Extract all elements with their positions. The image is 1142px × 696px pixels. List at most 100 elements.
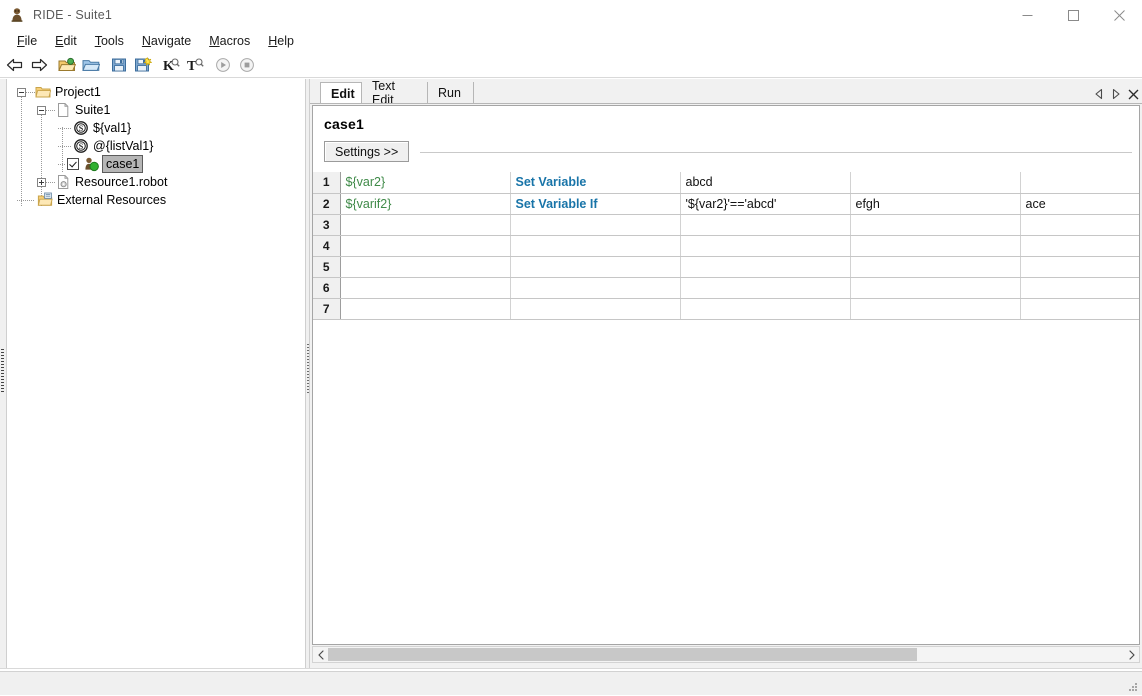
expander-collapse-icon[interactable] xyxy=(37,105,46,115)
cell-assignment[interactable]: ${varif2} xyxy=(340,193,511,215)
menu-file[interactable]: File xyxy=(8,32,46,50)
table-row[interactable]: 7 xyxy=(313,298,1139,320)
expander-collapse-icon[interactable] xyxy=(17,87,26,97)
tree-node-listval1[interactable]: S @{listVal1} xyxy=(7,137,305,155)
cell-arg-2[interactable] xyxy=(850,214,1021,236)
tree-node-val1[interactable]: S ${val1} xyxy=(7,119,305,137)
cell-arg-2[interactable]: efgh xyxy=(850,193,1021,215)
cell-assignment[interactable] xyxy=(340,256,511,278)
stop-icon[interactable] xyxy=(236,54,258,76)
search-keyword-icon[interactable]: K xyxy=(160,54,182,76)
cell-assignment[interactable] xyxy=(340,277,511,299)
cell-arg-3[interactable] xyxy=(1020,277,1139,299)
cell-arg-1[interactable] xyxy=(680,214,851,236)
menu-macros-label: acros xyxy=(219,34,251,48)
cell-keyword[interactable] xyxy=(510,298,681,320)
editor-notebook: Edit Text Edit Run case1 Settings >> 1 $… xyxy=(310,79,1142,669)
cell-assignment[interactable] xyxy=(340,235,511,257)
minimize-icon[interactable] xyxy=(1004,0,1050,30)
settings-divider xyxy=(420,152,1132,153)
table-row[interactable]: 3 xyxy=(313,214,1139,236)
tab-edit[interactable]: Edit xyxy=(320,82,362,104)
cell-arg-3[interactable] xyxy=(1020,172,1139,194)
scrollbar-thumb[interactable] xyxy=(328,648,918,661)
testcase-checkbox[interactable] xyxy=(67,158,79,170)
horizontal-scrollbar[interactable] xyxy=(312,646,1140,663)
tree-node-suite1[interactable]: Suite1 xyxy=(7,101,305,119)
menu-tools[interactable]: Tools xyxy=(86,32,133,50)
table-row[interactable]: 6 xyxy=(313,277,1139,299)
row-number: 1 xyxy=(313,172,341,194)
cell-keyword[interactable] xyxy=(510,277,681,299)
close-tab-icon[interactable] xyxy=(1128,89,1139,100)
scroll-right-icon[interactable] xyxy=(1124,647,1139,662)
cell-arg-2[interactable] xyxy=(850,298,1021,320)
cell-assignment[interactable] xyxy=(340,214,511,236)
tree-connector xyxy=(58,163,65,165)
left-sash-handle[interactable] xyxy=(0,79,7,669)
menu-help[interactable]: Help xyxy=(259,32,303,50)
cell-arg-1[interactable] xyxy=(680,298,851,320)
cell-arg-1[interactable] xyxy=(680,277,851,299)
window-title: RIDE - Suite1 xyxy=(33,8,113,22)
menu-macros[interactable]: Macros xyxy=(200,32,259,50)
cell-assignment[interactable]: ${var2} xyxy=(340,172,511,194)
save-all-icon[interactable] xyxy=(132,54,154,76)
title-bar-left: RIDE - Suite1 xyxy=(9,0,112,30)
tree-node-project1[interactable]: Project1 xyxy=(7,83,305,101)
cell-arg-2[interactable] xyxy=(850,277,1021,299)
cell-arg-1[interactable] xyxy=(680,256,851,278)
cell-arg-3[interactable] xyxy=(1020,298,1139,320)
tab-run[interactable]: Run xyxy=(428,82,474,103)
cell-keyword[interactable] xyxy=(510,256,681,278)
table-row[interactable]: 4 xyxy=(313,235,1139,257)
cell-keyword[interactable] xyxy=(510,235,681,257)
cell-arg-3[interactable]: ace xyxy=(1020,193,1139,215)
open-folder-icon[interactable] xyxy=(80,54,102,76)
scrollbar-track[interactable] xyxy=(328,647,1124,662)
cell-assignment[interactable] xyxy=(340,298,511,320)
open-project-icon[interactable] xyxy=(56,54,78,76)
cell-keyword[interactable]: Set Variable xyxy=(510,172,681,194)
menu-bar: File Edit Tools Navigate Macros Help xyxy=(0,30,1142,52)
prev-tab-icon[interactable] xyxy=(1094,88,1104,100)
save-icon[interactable] xyxy=(108,54,130,76)
cell-arg-3[interactable] xyxy=(1020,256,1139,278)
row-number: 7 xyxy=(313,298,341,320)
next-tab-icon[interactable] xyxy=(1111,88,1121,100)
run-icon[interactable] xyxy=(212,54,234,76)
tree-node-external-resources[interactable]: External Resources xyxy=(7,191,305,209)
cell-arg-3[interactable] xyxy=(1020,214,1139,236)
expander-expand-icon[interactable] xyxy=(37,177,46,187)
tab-edit-label: Edit xyxy=(331,86,355,101)
cell-arg-1[interactable]: abcd xyxy=(680,172,851,194)
tree-connector xyxy=(58,145,71,147)
tab-text-edit[interactable]: Text Edit xyxy=(362,79,428,107)
back-arrow-icon[interactable] xyxy=(4,54,26,76)
maximize-icon[interactable] xyxy=(1050,0,1096,30)
tab-navigation xyxy=(1094,84,1139,104)
table-row[interactable]: 1 ${var2} Set Variable abcd xyxy=(313,172,1139,194)
cell-arg-3[interactable] xyxy=(1020,235,1139,257)
scroll-left-icon[interactable] xyxy=(313,647,328,662)
close-icon[interactable] xyxy=(1096,0,1142,30)
menu-navigate[interactable]: Navigate xyxy=(133,32,200,50)
table-row[interactable]: 2 ${varif2} Set Variable If '${var2}'=='… xyxy=(313,193,1139,215)
settings-button[interactable]: Settings >> xyxy=(324,141,410,162)
cell-arg-2[interactable] xyxy=(850,172,1021,194)
cell-arg-2[interactable] xyxy=(850,256,1021,278)
cell-keyword[interactable] xyxy=(510,214,681,236)
forward-arrow-icon[interactable] xyxy=(28,54,50,76)
cell-arg-1[interactable]: '${var2}'=='abcd' xyxy=(680,193,851,215)
cell-keyword[interactable]: Set Variable If xyxy=(510,193,681,215)
menu-edit[interactable]: Edit xyxy=(46,32,86,50)
tree-node-resource1[interactable]: Resource1.robot xyxy=(7,173,305,191)
resize-grip-icon[interactable] xyxy=(1127,681,1139,693)
menu-help-accel: H xyxy=(268,34,278,48)
steps-table: 1 ${var2} Set Variable abcd 2 ${varif2} … xyxy=(313,172,1139,320)
search-text-icon[interactable]: T xyxy=(184,54,206,76)
table-row[interactable]: 5 xyxy=(313,256,1139,278)
cell-arg-1[interactable] xyxy=(680,235,851,257)
cell-arg-2[interactable] xyxy=(850,235,1021,257)
tree-node-case1[interactable]: case1 xyxy=(7,155,305,173)
